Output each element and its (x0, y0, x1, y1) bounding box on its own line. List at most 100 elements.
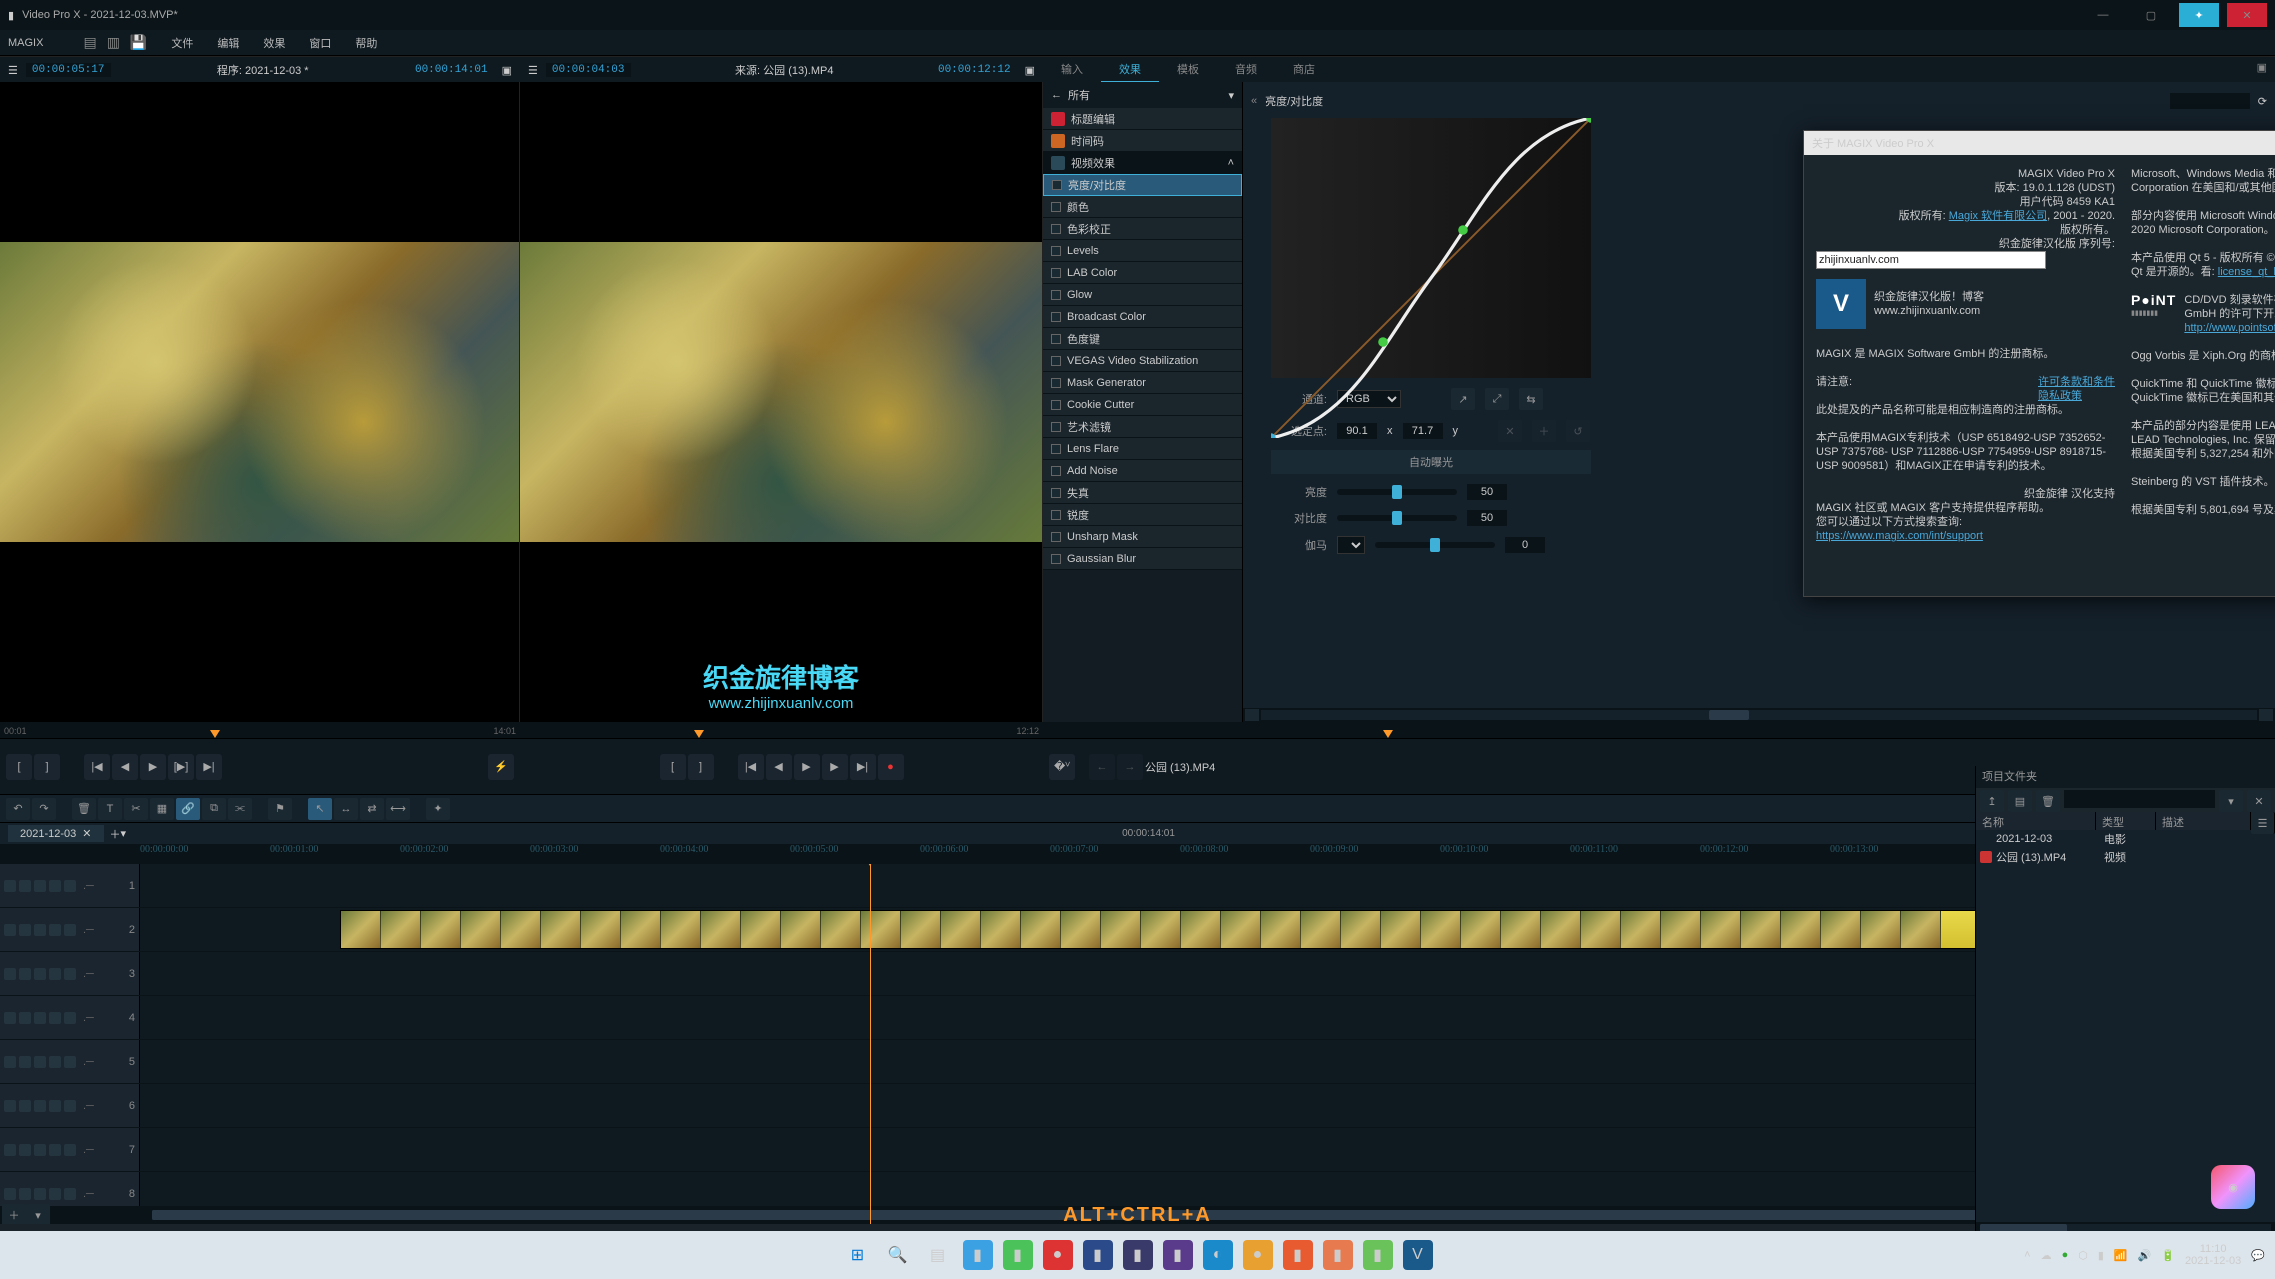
panel-popout-icon[interactable]: ▣ (2249, 57, 2275, 83)
open-icon[interactable]: ▥ (107, 34, 120, 51)
effect-item[interactable]: Levels (1043, 240, 1242, 262)
start-button[interactable]: ⊞ (843, 1240, 873, 1270)
delete-button[interactable]: 🗑 (72, 798, 96, 820)
point-add-icon[interactable]: ＋ (1532, 420, 1556, 442)
track-lock-icon[interactable] (34, 1056, 46, 1068)
track-vol-icon[interactable] (64, 924, 76, 936)
redo-button[interactable]: ↷ (32, 798, 56, 820)
support-url[interactable]: https://www.magix.com/int/support (1816, 530, 1983, 542)
effect-checkbox[interactable] (1051, 488, 1061, 498)
program-monitor[interactable] (0, 82, 520, 722)
track-fx-icon[interactable] (49, 1012, 61, 1024)
taskbar-app-2[interactable]: ▮ (1003, 1240, 1033, 1270)
tray-volume-icon[interactable]: 🔊 (2138, 1249, 2152, 1262)
track-header[interactable]: .─ 5 (0, 1040, 140, 1083)
tab-templates[interactable]: 模板 (1159, 57, 1217, 83)
track-mute-icon[interactable] (19, 924, 31, 936)
effect-item[interactable]: Lens Flare (1043, 438, 1242, 460)
browse-label[interactable]: 所有 (1068, 87, 1222, 103)
track-eye-icon[interactable] (4, 1056, 16, 1068)
taskbar-app-7[interactable]: ◐ (1203, 1240, 1233, 1270)
menu-edit[interactable]: 编辑 (217, 35, 239, 51)
source-timecode[interactable]: 00:00:04:03 (546, 63, 631, 77)
timeline-playhead[interactable] (870, 864, 871, 1224)
effect-item[interactable]: 艺术滤镜 (1043, 416, 1242, 438)
add-project-icon[interactable]: ＋ (110, 826, 121, 842)
flash-icon[interactable]: ⚡ (488, 754, 514, 780)
track-body[interactable] (140, 996, 2275, 1039)
popout-icon[interactable]: ▣ (1025, 64, 1035, 77)
mark-in-button[interactable]: [ (660, 754, 686, 780)
marker-tool[interactable]: ⚑ (268, 798, 292, 820)
point-del-icon[interactable]: ✕ (1498, 420, 1522, 442)
menu-window[interactable]: 窗口 (309, 35, 331, 51)
taskview-icon[interactable]: ▤ (923, 1240, 953, 1270)
track-eye-icon[interactable] (4, 924, 16, 936)
hamburger-icon[interactable]: ☰ (528, 64, 538, 77)
track-lock-icon[interactable] (34, 1144, 46, 1156)
curves-graph[interactable] (1271, 118, 1591, 378)
step-back-button[interactable]: ◀ (112, 754, 138, 780)
cut-tool[interactable]: ✂ (124, 798, 148, 820)
effect-item[interactable]: Add Noise (1043, 460, 1242, 482)
contrast-value[interactable]: 50 (1467, 510, 1507, 526)
tray-icon-1[interactable]: ● (2062, 1249, 2069, 1261)
tab-audio[interactable]: 音频 (1217, 57, 1275, 83)
track-lock-icon[interactable] (34, 1012, 46, 1024)
effect-ruler[interactable] (1043, 722, 2275, 738)
track-eye-icon[interactable] (4, 1144, 16, 1156)
taskbar-app-11[interactable]: ▮ (1363, 1240, 1393, 1270)
maximize-button[interactable]: ▢ (2131, 3, 2171, 27)
collapse-icon[interactable]: ˄ (1228, 157, 1234, 169)
mp-up-icon[interactable]: ↥ (1980, 790, 2004, 812)
hamburger-icon[interactable]: ☰ (8, 64, 18, 77)
mark-out-button[interactable]: ] (688, 754, 714, 780)
track-eye-icon[interactable] (4, 968, 16, 980)
track-vol-icon[interactable] (64, 1144, 76, 1156)
effect-checkbox[interactable] (1051, 378, 1061, 388)
track-body[interactable] (140, 1128, 2275, 1171)
undo-button[interactable]: ↶ (6, 798, 30, 820)
taskbar-app-8[interactable]: ● (1243, 1240, 1273, 1270)
col-desc[interactable]: 描述 (2156, 812, 2251, 830)
group-tool[interactable]: ▦ (150, 798, 174, 820)
play-button[interactable]: ▶ (140, 754, 166, 780)
effect-item[interactable]: 色度键 (1043, 328, 1242, 350)
tray-battery-icon[interactable]: 🔋 (2161, 1249, 2175, 1262)
effect-checkbox[interactable] (1051, 312, 1061, 322)
source-playhead-marker[interactable] (694, 730, 704, 738)
dropdown-icon[interactable]: ▾ (1228, 89, 1234, 102)
track-eye-icon[interactable] (4, 880, 16, 892)
timecode-ruler[interactable]: 00:00:00:0000:00:01:0000:00:02:0000:00:0… (0, 844, 2275, 864)
system-tray[interactable]: ˄ ☁ ● ⬡ ▮ 📶 🔊 🔋 11:10 2021-12-03 💬 (2024, 1243, 2265, 1267)
tab-import[interactable]: 输入 (1043, 57, 1101, 83)
effect-checkbox[interactable] (1051, 466, 1061, 476)
taskbar-app-magix[interactable]: V (1403, 1240, 1433, 1270)
effect-checkbox[interactable] (1051, 554, 1061, 564)
tray-icon-2[interactable]: ⬡ (2078, 1249, 2088, 1262)
mp-drop-icon[interactable]: ▾ (2219, 790, 2243, 812)
track-mute-icon[interactable] (19, 880, 31, 892)
track-vol-icon[interactable] (64, 968, 76, 980)
track-lock-icon[interactable] (34, 1100, 46, 1112)
effect-item[interactable]: Cookie Cutter (1043, 394, 1242, 416)
effect-checkbox[interactable] (1052, 180, 1062, 190)
effect-checkbox[interactable] (1051, 334, 1061, 344)
slip-tool[interactable]: ⇄ (360, 798, 384, 820)
menu-effect[interactable]: 效果 (263, 35, 285, 51)
tray-wifi-icon[interactable]: 📶 (2114, 1249, 2128, 1262)
track-body[interactable] (140, 1040, 2275, 1083)
gamma-value[interactable]: 0 (1505, 537, 1545, 553)
track-fx-icon[interactable] (49, 1188, 61, 1200)
play-range-button[interactable]: [▶] (168, 754, 194, 780)
track-mute-icon[interactable] (19, 968, 31, 980)
effect-item[interactable]: Broadcast Color (1043, 306, 1242, 328)
effect-item[interactable]: Gaussian Blur (1043, 548, 1242, 570)
back-icon[interactable]: ← (1051, 89, 1062, 101)
effect-item[interactable]: 颜色 (1043, 196, 1242, 218)
effect-checkbox[interactable] (1051, 268, 1061, 278)
taskbar-app-1[interactable]: ▮ (963, 1240, 993, 1270)
nav-fwd-icon[interactable]: → (1117, 754, 1143, 780)
license-link[interactable]: 许可条款和条件 (2038, 376, 2115, 388)
track-vol-icon[interactable] (64, 1100, 76, 1112)
